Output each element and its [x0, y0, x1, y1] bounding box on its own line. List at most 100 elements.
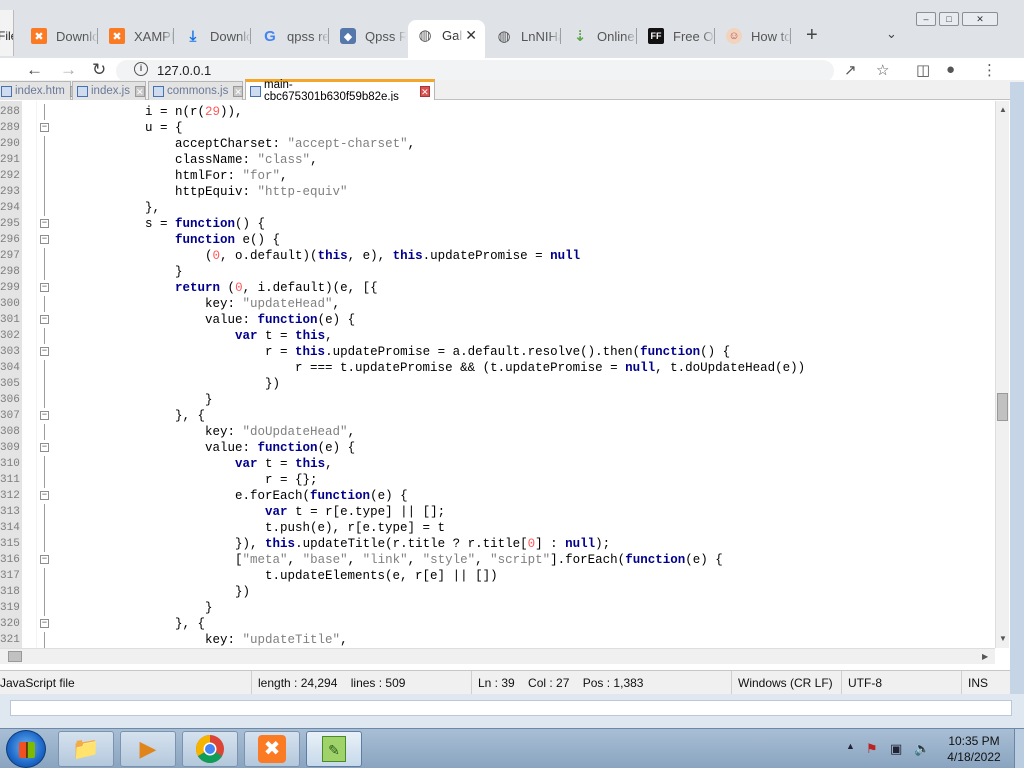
action-center-flag-icon[interactable]: ⚑ — [866, 741, 878, 757]
back-arrow-icon[interactable]: ← — [26, 60, 43, 80]
new-tab-button[interactable]: + — [806, 24, 818, 47]
tab-separator — [97, 28, 98, 44]
fold-toggle-icon[interactable]: − — [40, 123, 49, 132]
scroll-up-icon[interactable]: ▲ — [999, 105, 1007, 114]
file-menu-fragment[interactable]: File — [0, 10, 14, 56]
vertical-scroll-thumb[interactable] — [997, 393, 1008, 421]
code-token: , — [407, 553, 423, 567]
code-line: 288 i = n(r(29)), — [0, 104, 995, 120]
code-token: null — [625, 361, 656, 375]
fold-toggle-icon[interactable]: − — [40, 443, 49, 452]
fold-toggle-icon[interactable]: − — [40, 347, 49, 356]
reload-icon[interactable]: ↻ — [92, 60, 106, 80]
volume-icon[interactable]: 🔈 — [914, 741, 930, 757]
fold-toggle-icon[interactable]: − — [40, 235, 49, 244]
vertical-scrollbar[interactable]: ▲ ▼ — [995, 101, 1009, 648]
file-menu-label: File — [0, 29, 13, 43]
share-icon[interactable]: ↗ — [844, 61, 857, 79]
network-icon[interactable]: ▣ — [890, 741, 902, 757]
horizontal-scrollbar[interactable]: ▶ — [0, 648, 995, 664]
scroll-right-icon[interactable]: ▶ — [982, 652, 988, 661]
editor-tab-bar: index.htm ✕ index.js ✕ commons.js ✕ main… — [0, 79, 1024, 103]
tab-separator — [250, 28, 251, 44]
editor-tab-main-js[interactable]: main-cbc675301b630f59b82e.js ✕ — [245, 79, 435, 103]
code-text: r = {}; — [55, 472, 318, 488]
notepadpp-taskbar-icon[interactable]: ✎ — [306, 731, 362, 767]
browser-tab[interactable]: ◍ Gallery✕ — [408, 20, 485, 58]
fold-toggle-icon[interactable]: − — [40, 411, 49, 420]
kebab-menu-icon[interactable]: ⋮ — [982, 61, 997, 79]
status-encoding[interactable]: UTF-8 — [842, 671, 962, 695]
browser-tab[interactable]: ◍ LnNIHa — [487, 22, 561, 50]
browser-tab[interactable]: ⇣ Online — [563, 22, 637, 50]
tab-search-button[interactable]: ⌄ — [886, 26, 897, 42]
code-token: t = — [257, 329, 296, 343]
browser-tab[interactable]: ◆ Qpss Res — [331, 22, 406, 50]
forward-arrow-icon[interactable]: → — [60, 60, 77, 80]
fold-toggle-icon[interactable]: − — [40, 619, 49, 628]
code-token: )), — [220, 105, 243, 119]
site-info-icon[interactable]: i — [134, 62, 148, 76]
fold-toggle-icon[interactable]: − — [40, 315, 49, 324]
browser-tab[interactable]: ⤓ Downloads — [176, 22, 251, 50]
minimize-button[interactable]: – — [916, 12, 936, 26]
code-editor[interactable]: 288 i = n(r(29)), 289− u = {290 acceptCha… — [0, 101, 995, 648]
taskbar-clock[interactable]: 10:35 PM 4/18/2022 — [942, 733, 1006, 765]
code-token: , — [287, 553, 303, 567]
code-line: 289 − u = { — [0, 120, 995, 136]
code-line: 302 var t = this, — [0, 328, 995, 344]
browser-tab-label: Downloads — [56, 28, 98, 44]
fold-toggle-icon[interactable]: − — [40, 491, 49, 500]
editor-tab-commons-js[interactable]: commons.js ✕ — [148, 81, 243, 100]
code-line: 313 var t = r[e.type] || []; — [0, 504, 995, 520]
media-player-taskbar-icon[interactable]: ▶ — [120, 731, 176, 767]
xampp-taskbar-icon[interactable]: ✖ — [244, 731, 300, 767]
status-eol[interactable]: Windows (CR LF) — [732, 671, 842, 695]
code-token: (e) { — [317, 313, 356, 327]
browser-tab[interactable]: Gqpss repo — [253, 22, 329, 50]
fold-toggle-icon[interactable]: − — [40, 283, 49, 292]
browser-tab-label: Free Online — [673, 28, 715, 44]
code-token: } — [55, 393, 213, 407]
close-tab-icon[interactable]: ✕ — [233, 85, 243, 97]
side-panel-icon[interactable]: ◫ — [916, 61, 930, 79]
profile-avatar-icon[interactable]: ● — [946, 61, 955, 78]
chrome-taskbar-icon[interactable] — [182, 731, 238, 767]
address-bar[interactable]: i 127.0.0.1 — [116, 60, 834, 82]
line-number: 316 — [0, 554, 20, 566]
fold-line — [44, 536, 45, 552]
code-token: function — [640, 345, 701, 359]
code-token: } — [55, 601, 213, 615]
fold-toggle-icon[interactable]: − — [40, 219, 49, 228]
show-hidden-icons-icon[interactable]: ▲ — [846, 741, 855, 751]
fold-toggle-icon[interactable]: − — [40, 555, 49, 564]
code-line: 295 − s = function() { — [0, 216, 995, 232]
browser-tab[interactable]: ☺ How to — [717, 22, 791, 50]
close-tab-icon[interactable]: ✕ — [135, 85, 145, 97]
close-window-button[interactable]: ✕ — [962, 12, 998, 26]
explorer-taskbar-icon[interactable]: 📁 — [58, 731, 114, 767]
close-tab-icon[interactable]: ✕ — [465, 27, 477, 44]
browser-tab-label: Qpss Res — [365, 28, 406, 44]
code-token: ] : — [535, 537, 566, 551]
code-line: 305 }) — [0, 376, 995, 392]
code-token: , e), — [347, 249, 393, 263]
editor-tab-index-js[interactable]: index.js ✕ — [72, 81, 146, 100]
editor-tab-label: commons.js — [167, 85, 229, 97]
code-token: "for" — [242, 169, 281, 183]
browser-tab[interactable]: FF Free Online — [639, 22, 715, 50]
bookmark-star-icon[interactable]: ☆ — [876, 61, 889, 79]
close-tab-icon[interactable]: ✕ — [419, 85, 430, 97]
browser-tab[interactable]: ✖ Downloads — [22, 22, 98, 50]
browser-tab-label: How to — [751, 28, 791, 44]
maximize-button[interactable]: □ — [939, 12, 959, 26]
scroll-down-icon[interactable]: ▼ — [999, 634, 1007, 643]
editor-tab-index-htm[interactable]: index.htm ✕ — [0, 81, 80, 100]
xampp-icon: ✖ — [31, 28, 47, 44]
horizontal-scroll-thumb[interactable] — [8, 651, 22, 662]
start-button[interactable] — [6, 730, 46, 768]
show-desktop-button[interactable] — [1014, 729, 1024, 768]
code-line: 297 (0, o.default)(this, e), this.update… — [0, 248, 995, 264]
url-text[interactable]: 127.0.0.1 — [157, 63, 211, 78]
browser-tab[interactable]: ✖ XAMPP — [100, 22, 174, 50]
